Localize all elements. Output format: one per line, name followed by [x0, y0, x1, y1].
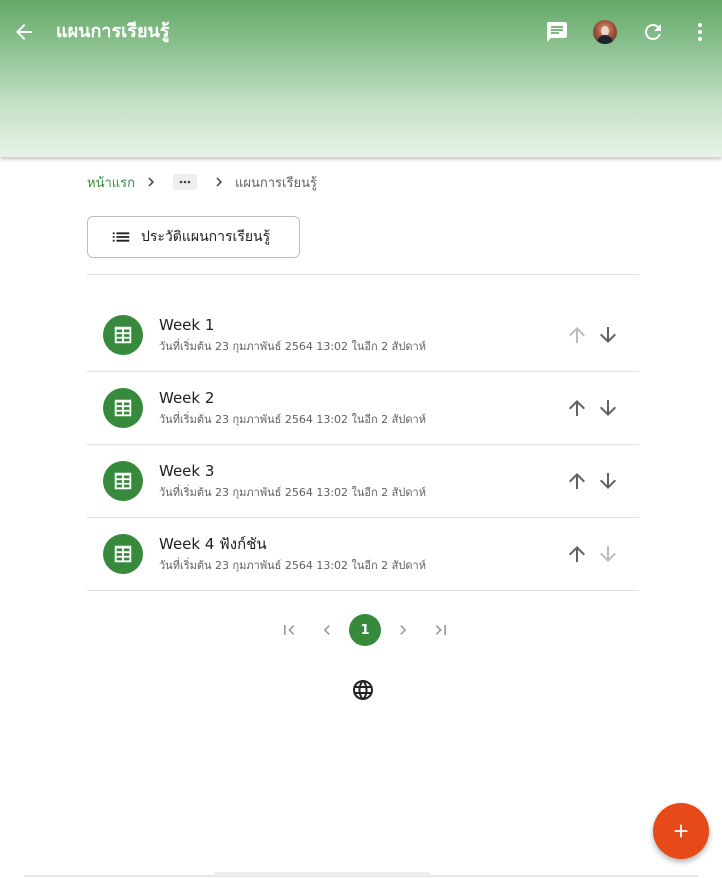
move-up-icon[interactable] [565, 323, 589, 347]
avatar-body [597, 35, 613, 44]
list-item-avatar [103, 388, 143, 428]
chevron-left-icon [323, 625, 330, 635]
move-down-icon[interactable] [596, 469, 620, 493]
list-item-title: Week 3 [159, 462, 215, 480]
last-page-icon [435, 625, 446, 635]
table-icon [114, 472, 132, 490]
list-item[interactable]: Week 1 วันที่เริ่มต้น 23 กุมภาพันธ์ 2564 … [87, 299, 639, 372]
move-up-icon[interactable] [565, 542, 589, 566]
move-down-icon[interactable] [596, 396, 620, 420]
list-item-subtitle: วันที่เริ่มต้น 23 กุมภาพันธ์ 2564 13:02 … [159, 486, 426, 499]
table-icon [114, 399, 132, 417]
previous-page-button[interactable] [311, 614, 343, 646]
next-page-button[interactable] [387, 614, 419, 646]
table-icon [114, 326, 132, 344]
list-item-subtitle: วันที่เริ่มต้น 23 กุมภาพันธ์ 2564 13:02 … [159, 340, 426, 353]
more-horiz-icon [179, 180, 191, 184]
table-icon [114, 545, 132, 563]
chevron-right-icon [400, 625, 407, 635]
list-item-subtitle: วันที่เริ่มต้น 23 กุมภาพันธ์ 2564 13:02 … [159, 413, 426, 426]
chevron-right-icon [139, 171, 163, 193]
list-item[interactable]: Week 4 ฟังก์ชันวันที่เริ่มต้น 23 กุมภาพั… [87, 518, 639, 591]
horizontal-scrollbar[interactable] [214, 872, 430, 876]
move-down-icon[interactable] [596, 323, 620, 347]
list-item-avatar [103, 315, 143, 355]
list-icon [112, 232, 130, 242]
move-up-icon[interactable] [565, 469, 589, 493]
chevron-right-icon [207, 171, 231, 193]
list-item-title: Week 2 [159, 389, 215, 407]
first-page-button[interactable] [273, 614, 305, 646]
list-item-avatar [103, 534, 143, 574]
more-vert-icon[interactable] [688, 20, 712, 44]
list-item-title: Week 4 ฟังก์ชัน [159, 535, 267, 553]
last-page-button[interactable] [425, 614, 457, 646]
breadcrumb: หน้าแรก แผนการเรียนรู้ [87, 171, 317, 193]
first-page-icon [284, 625, 295, 635]
move-down-icon[interactable] [596, 542, 620, 566]
page-button-current[interactable]: 1 [349, 614, 381, 646]
breadcrumb-current: แผนการเรียนรู้ [235, 175, 317, 191]
list-item[interactable]: Week 2 วันที่เริ่มต้น 23 กุมภาพันธ์ 2564 … [87, 372, 639, 445]
history-button[interactable]: ประวัติแผนการเรียนรู้ [87, 216, 300, 258]
back-arrow-icon[interactable] [12, 20, 36, 44]
history-button-label: ประวัติแผนการเรียนรู้ [141, 229, 271, 245]
app-bar: แผนการเรียนรู้ [0, 0, 722, 157]
breadcrumb-more-button[interactable] [173, 174, 197, 190]
list-item-subtitle: วันที่เริ่มต้น 23 กุมภาพันธ์ 2564 13:02 … [159, 559, 426, 572]
pagination: 1 [273, 614, 463, 646]
user-avatar[interactable] [593, 20, 617, 44]
globe-icon[interactable] [351, 678, 375, 702]
list-item-avatar [103, 461, 143, 501]
breadcrumb-home-link[interactable]: หน้าแรก [87, 172, 135, 193]
lesson-plan-list: Week 1 วันที่เริ่มต้น 23 กุมภาพันธ์ 2564 … [87, 299, 639, 591]
divider [87, 274, 639, 275]
refresh-icon[interactable] [641, 20, 665, 44]
plus-icon [674, 824, 688, 838]
move-up-icon[interactable] [565, 396, 589, 420]
list-item[interactable]: Week 3 วันที่เริ่มต้น 23 กุมภาพันธ์ 2564 … [87, 445, 639, 518]
list-item-title: Week 1 [159, 316, 215, 334]
page-title: แผนการเรียนรู้ [56, 21, 170, 42]
add-fab-button[interactable] [653, 803, 709, 859]
chat-icon[interactable] [545, 20, 569, 44]
